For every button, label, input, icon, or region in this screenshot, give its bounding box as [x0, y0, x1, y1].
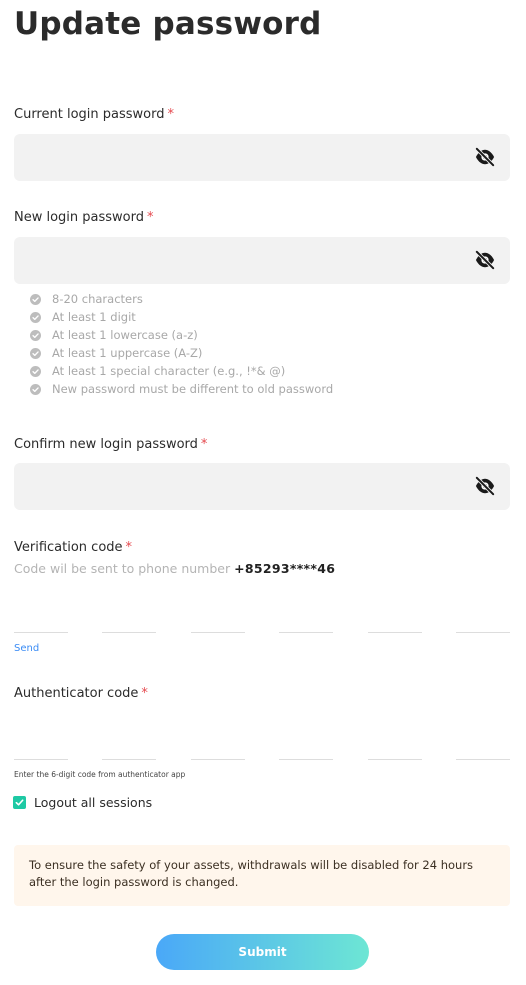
verification-code-digit[interactable]	[456, 593, 510, 633]
authenticator-code-digit[interactable]	[14, 720, 68, 760]
password-rule-text: New password must be different to old pa…	[52, 382, 334, 396]
eye-off-icon[interactable]	[474, 250, 496, 270]
current-password-input[interactable]	[14, 134, 454, 181]
password-rule-text: At least 1 uppercase (A-Z)	[52, 346, 203, 360]
withdrawal-notice: To ensure the safety of your assets, wit…	[14, 845, 510, 906]
authenticator-code-digit[interactable]	[368, 720, 422, 760]
current-password-label-text: Current login password	[14, 107, 165, 122]
required-mark: *	[200, 437, 208, 452]
password-rule: At least 1 uppercase (A-Z)	[30, 344, 333, 362]
confirm-password-input[interactable]	[14, 463, 454, 510]
check-circle-icon	[30, 365, 41, 377]
new-password-input[interactable]	[14, 237, 454, 284]
checkbox-box[interactable]	[13, 796, 26, 809]
authenticator-code-digit[interactable]	[102, 720, 156, 760]
verification-hint: Code wil be sent to phone number +85293*…	[14, 561, 335, 576]
confirm-password-field	[14, 463, 510, 510]
authenticator-code-inputs	[14, 720, 510, 760]
password-rule-text: 8-20 characters	[52, 292, 143, 306]
confirm-password-label: Confirm new login password *	[14, 437, 207, 452]
password-rule: At least 1 lowercase (a-z)	[30, 326, 333, 344]
required-mark: *	[125, 540, 133, 555]
current-password-label: Current login password *	[14, 107, 174, 122]
withdrawal-notice-text: To ensure the safety of your assets, wit…	[29, 858, 474, 889]
check-circle-icon	[30, 329, 41, 341]
password-rule-text: At least 1 special character (e.g., !*& …	[52, 364, 286, 378]
password-rule-text: At least 1 digit	[52, 310, 136, 324]
current-password-field	[14, 134, 510, 181]
logout-all-sessions-checkbox[interactable]: Logout all sessions	[13, 795, 152, 810]
verification-code-inputs	[14, 593, 510, 633]
submit-button[interactable]: Submit	[156, 934, 369, 970]
authenticator-code-label: Authenticator code *	[14, 686, 148, 701]
checkmark-icon	[15, 799, 24, 806]
required-mark: *	[147, 210, 154, 225]
verification-code-digit[interactable]	[102, 593, 156, 633]
required-mark: *	[167, 107, 174, 122]
logout-all-sessions-label: Logout all sessions	[34, 795, 153, 810]
authenticator-code-digit[interactable]	[279, 720, 333, 760]
password-rule: New password must be different to old pa…	[30, 380, 333, 398]
phone-number: +85293****46	[234, 561, 336, 576]
verification-code-label: Verification code *	[14, 540, 132, 555]
check-circle-icon	[30, 347, 41, 359]
verification-code-digit[interactable]	[191, 593, 245, 633]
required-mark: *	[141, 686, 148, 701]
eye-off-icon[interactable]	[474, 147, 496, 167]
password-rules-list: 8-20 characters At least 1 digit At leas…	[30, 290, 333, 398]
check-circle-icon	[30, 293, 41, 305]
authenticator-code-digit[interactable]	[456, 720, 510, 760]
page-title: Update password	[14, 6, 322, 42]
password-rule: At least 1 digit	[30, 308, 333, 326]
confirm-password-label-text: Confirm new login password	[14, 437, 198, 452]
new-password-label-text: New login password	[14, 210, 145, 225]
authenticator-code-label-text: Authenticator code	[14, 686, 139, 701]
eye-off-icon[interactable]	[474, 476, 496, 496]
password-rule-text: At least 1 lowercase (a-z)	[52, 328, 198, 342]
verification-code-digit[interactable]	[279, 593, 333, 633]
password-rule: At least 1 special character (e.g., !*& …	[30, 362, 333, 380]
check-circle-icon	[30, 311, 41, 323]
authenticator-note: Enter the 6-digit code from authenticato…	[14, 770, 186, 779]
new-password-field	[14, 237, 510, 284]
verification-code-digit[interactable]	[14, 593, 68, 633]
verification-code-label-text: Verification code	[14, 540, 123, 555]
send-code-link[interactable]: Send	[14, 643, 39, 654]
verification-code-digit[interactable]	[368, 593, 422, 633]
check-circle-icon	[30, 383, 41, 395]
verification-hint-text: Code wil be sent to phone number	[14, 561, 231, 576]
password-rule: 8-20 characters	[30, 290, 333, 308]
authenticator-code-digit[interactable]	[191, 720, 245, 760]
new-password-label: New login password *	[14, 210, 154, 225]
